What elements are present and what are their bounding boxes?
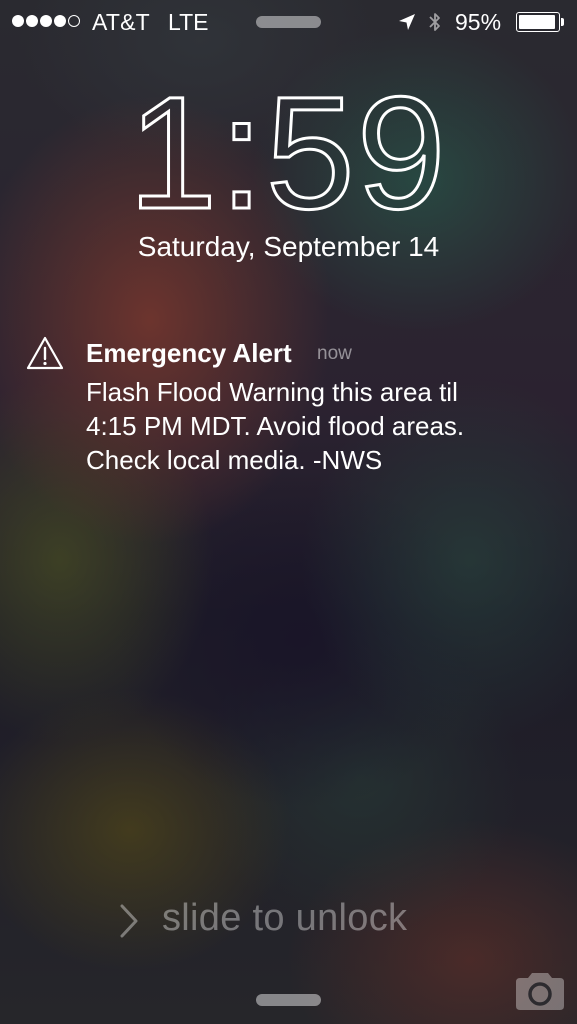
notification-title: Emergency Alert bbox=[86, 338, 292, 368]
notification-body-line: Flash Flood Warning this area til bbox=[86, 377, 458, 407]
emergency-alert-notification[interactable]: Emergency Alert now Flash Flood Warning … bbox=[24, 334, 554, 482]
slide-to-unlock-label: slide to unlock bbox=[162, 897, 408, 939]
battery-terminal bbox=[561, 18, 564, 26]
signal-dot bbox=[12, 15, 24, 27]
signal-strength bbox=[12, 15, 80, 27]
battery-icon bbox=[516, 12, 560, 32]
battery-level-fill bbox=[519, 15, 556, 29]
notification-body-line: 4:15 PM MDT. Avoid flood areas. bbox=[86, 411, 465, 441]
camera-icon[interactable] bbox=[514, 970, 566, 1012]
signal-dot-empty bbox=[68, 15, 80, 27]
slide-to-unlock[interactable]: slide to unlock bbox=[0, 895, 577, 945]
notification-time: now bbox=[317, 343, 352, 364]
signal-dot bbox=[40, 15, 52, 27]
network-type: LTE bbox=[168, 9, 209, 35]
bluetooth-icon bbox=[429, 13, 440, 31]
lock-screen-clock: 1:59 bbox=[127, 80, 447, 220]
warning-triangle-icon bbox=[26, 336, 64, 370]
signal-dot bbox=[26, 15, 38, 27]
control-center-grabber[interactable] bbox=[256, 994, 321, 1006]
clock-time: 1:59 bbox=[128, 80, 447, 220]
notification-center-grabber[interactable] bbox=[256, 16, 321, 28]
carrier-name: AT&T bbox=[92, 9, 150, 35]
chevron-right-icon bbox=[120, 904, 138, 938]
lock-screen-date: Saturday, September 14 bbox=[137, 231, 440, 262]
signal-dot bbox=[54, 15, 66, 27]
location-arrow-icon bbox=[399, 14, 415, 30]
notification-body: Flash Flood Warning this area til 4:15 P… bbox=[86, 375, 546, 477]
notification-body-line: Check local media. -NWS bbox=[86, 445, 383, 475]
status-bar: AT&T LTE 95% bbox=[0, 0, 577, 44]
battery-percentage: 95% bbox=[455, 9, 502, 35]
